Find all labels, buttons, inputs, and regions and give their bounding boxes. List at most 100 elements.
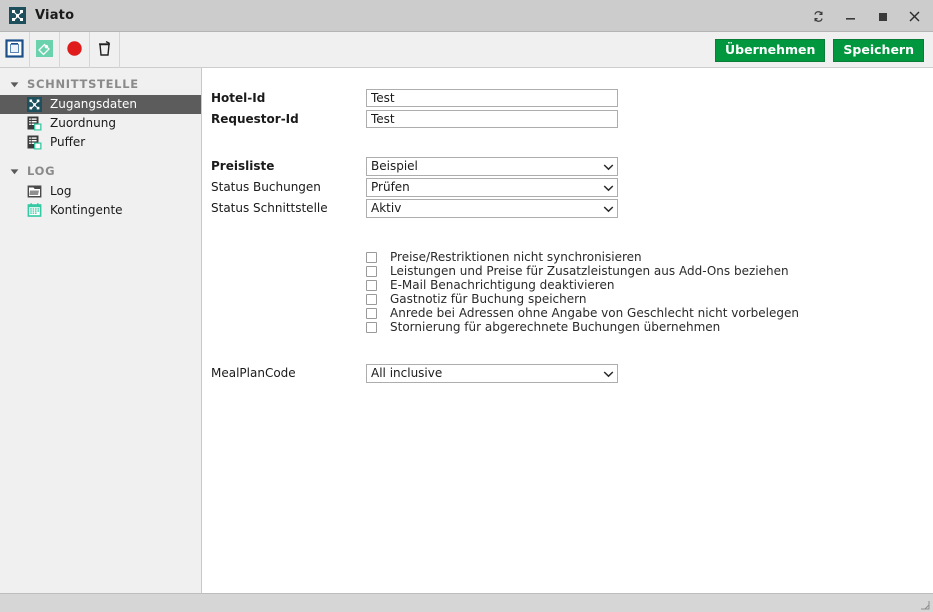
- field-row-mealplancode: MealPlanCode All inclusive: [211, 364, 933, 385]
- form-spacer: [211, 131, 933, 157]
- requestor-id-input[interactable]: [366, 110, 618, 128]
- requestor-id-label: Requestor-Id: [211, 112, 299, 126]
- options-checkbox-group: Preise/Restriktionen nicht synchronisier…: [211, 250, 933, 334]
- checkbox-label: Gastnotiz für Buchung speichern: [390, 292, 587, 306]
- checkbox-stornierung-abgerechnet[interactable]: [366, 321, 377, 333]
- sidebar-section-title: LOG: [27, 164, 56, 178]
- field-row-status-schnittstelle: Status Schnittstelle Aktiv: [211, 199, 933, 220]
- sidebar-item-label: Log: [50, 184, 72, 198]
- checkbox-label: Preise/Restriktionen nicht synchronisier…: [390, 250, 642, 264]
- checkbox-email-benachrichtigung[interactable]: [366, 279, 377, 291]
- calendar-icon: [27, 203, 42, 218]
- checkbox-label: Stornierung für abgerechnete Buchungen ü…: [390, 320, 721, 334]
- mealplancode-value: All inclusive: [371, 366, 443, 380]
- field-row-requestor-id: Requestor-Id: [211, 110, 933, 131]
- chevron-down-icon: [10, 167, 19, 176]
- minimize-icon[interactable]: [841, 7, 859, 25]
- settings-form: Hotel-Id Requestor-Id Preisliste: [211, 89, 933, 593]
- chevron-down-icon: [599, 184, 617, 192]
- preisliste-label: Preisliste: [211, 159, 275, 173]
- sidebar-item-zuordnung[interactable]: Zuordnung: [0, 114, 201, 133]
- close-icon[interactable]: [905, 7, 923, 25]
- preisliste-control: Beispiel: [366, 157, 933, 176]
- checkbox-gastnotiz[interactable]: [366, 293, 377, 305]
- chevron-down-icon: [599, 163, 617, 171]
- field-row-preisliste: Preisliste Beispiel: [211, 157, 933, 178]
- status-buchungen-control: Prüfen: [366, 178, 933, 197]
- resize-grip-icon[interactable]: [918, 598, 930, 610]
- preisliste-value: Beispiel: [371, 159, 418, 173]
- new-document-button[interactable]: [0, 32, 29, 68]
- status-buchungen-select[interactable]: Prüfen: [366, 178, 618, 197]
- form-spacer: [211, 334, 933, 364]
- hotel-id-label: Hotel-Id: [211, 91, 266, 105]
- sidebar-section-schnittstelle[interactable]: SCHNITTSTELLE: [0, 73, 201, 95]
- sidebar-item-kontingente[interactable]: Kontingente: [0, 201, 201, 220]
- application-window: Viato Übernehmen Speichern SCHNITTSTELLE…: [0, 0, 933, 612]
- field-row-status-buchungen: Status Buchungen Prüfen: [211, 178, 933, 199]
- chevron-down-icon: [599, 205, 617, 213]
- app-icon: [9, 7, 26, 24]
- record-red-circle-icon: [66, 40, 83, 60]
- sidebar-item-log[interactable]: Log: [0, 182, 201, 201]
- sidebar-item-puffer[interactable]: Puffer: [0, 133, 201, 152]
- checkbox-row[interactable]: Leistungen und Preise für Zusatzleistung…: [366, 264, 933, 278]
- clipboard-blue-icon: [5, 38, 24, 61]
- sidebar-item-label: Zugangsdaten: [50, 97, 137, 111]
- checkbox-preise-restriktionen[interactable]: [366, 251, 377, 263]
- field-row-hotel-id: Hotel-Id: [211, 89, 933, 110]
- tag-button[interactable]: [30, 32, 59, 68]
- delete-button[interactable]: [90, 32, 119, 68]
- trash-icon: [96, 39, 113, 60]
- status-schnittstelle-label: Status Schnittstelle: [211, 201, 328, 215]
- status-schnittstelle-select[interactable]: Aktiv: [366, 199, 618, 218]
- save-button[interactable]: Speichern: [833, 38, 924, 62]
- mealplancode-select[interactable]: All inclusive: [366, 364, 618, 383]
- status-bar: [0, 593, 933, 612]
- checkbox-row[interactable]: Anrede bei Adressen ohne Angabe von Gesc…: [366, 306, 933, 320]
- hotel-id-control: [366, 89, 933, 107]
- sidebar-section-log[interactable]: LOG: [0, 160, 201, 182]
- sidebar-item-zugangsdaten[interactable]: Zugangsdaten: [0, 95, 201, 114]
- chevron-down-icon: [10, 80, 19, 89]
- window-title: Viato: [35, 8, 75, 23]
- content-panel: Hotel-Id Requestor-Id Preisliste: [202, 68, 933, 593]
- toolbar-separator: [119, 31, 120, 68]
- maximize-icon[interactable]: [873, 7, 891, 25]
- title-bar-left: Viato: [0, 7, 74, 24]
- network-nodes-icon: [27, 97, 42, 112]
- mealplancode-label: MealPlanCode: [211, 366, 296, 380]
- status-buchungen-label: Status Buchungen: [211, 180, 321, 194]
- sidebar: SCHNITTSTELLE Zugangsdaten Zuordnung Puf…: [0, 68, 202, 593]
- checkbox-anrede-geschlecht[interactable]: [366, 307, 377, 319]
- sidebar-item-label: Kontingente: [50, 203, 123, 217]
- checkbox-row[interactable]: E-Mail Benachrichtigung deaktivieren: [366, 278, 933, 292]
- apply-button[interactable]: Übernehmen: [715, 38, 826, 62]
- toolbar: Übernehmen Speichern: [0, 31, 933, 68]
- main-body: SCHNITTSTELLE Zugangsdaten Zuordnung Puf…: [0, 68, 933, 593]
- restore-icon[interactable]: [809, 7, 827, 25]
- form-spacer: [211, 220, 933, 250]
- checkbox-label: Anrede bei Adressen ohne Angabe von Gesc…: [390, 306, 799, 320]
- status-schnittstelle-value: Aktiv: [371, 201, 402, 215]
- checkbox-row[interactable]: Preise/Restriktionen nicht synchronisier…: [366, 250, 933, 264]
- checkbox-label: Leistungen und Preise für Zusatzleistung…: [390, 264, 789, 278]
- preisliste-select[interactable]: Beispiel: [366, 157, 618, 176]
- toolbar-buttons: [0, 31, 120, 68]
- sidebar-section-title: SCHNITTSTELLE: [27, 77, 139, 91]
- window-controls: [809, 0, 923, 32]
- toolbar-action-buttons: Übernehmen Speichern: [715, 32, 924, 68]
- sidebar-item-label: Puffer: [50, 135, 86, 149]
- clipboard-list-icon: [27, 116, 42, 131]
- record-button[interactable]: [60, 32, 89, 68]
- checkbox-leistungen-preise-addons[interactable]: [366, 265, 377, 277]
- status-schnittstelle-control: Aktiv: [366, 199, 933, 218]
- hotel-id-input[interactable]: [366, 89, 618, 107]
- checkbox-row[interactable]: Gastnotiz für Buchung speichern: [366, 292, 933, 306]
- title-bar: Viato: [0, 0, 933, 32]
- clipboard-list-icon: [27, 135, 42, 150]
- checkbox-row[interactable]: Stornierung für abgerechnete Buchungen ü…: [366, 320, 933, 334]
- chevron-down-icon: [599, 370, 617, 378]
- checkbox-label: E-Mail Benachrichtigung deaktivieren: [390, 278, 615, 292]
- sidebar-item-label: Zuordnung: [50, 116, 116, 130]
